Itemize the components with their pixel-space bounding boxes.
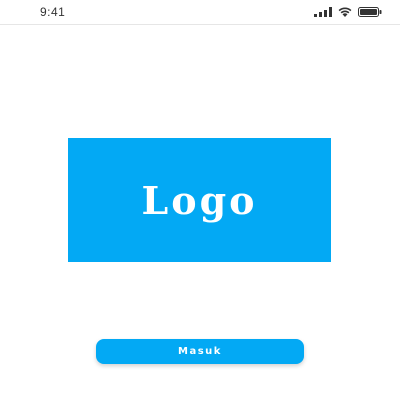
wifi-icon <box>338 7 352 17</box>
status-icons <box>314 6 382 18</box>
logo-text: Logo <box>141 177 258 223</box>
login-button[interactable]: Masuk <box>96 339 304 364</box>
status-time: 9:41 <box>40 5 66 19</box>
signal-icon <box>314 7 332 17</box>
logo-placeholder: Logo <box>68 138 331 262</box>
battery-icon <box>358 7 382 17</box>
app-screen: 9:41 Logo Masuk <box>0 0 400 400</box>
status-bar: 9:41 <box>0 0 400 25</box>
